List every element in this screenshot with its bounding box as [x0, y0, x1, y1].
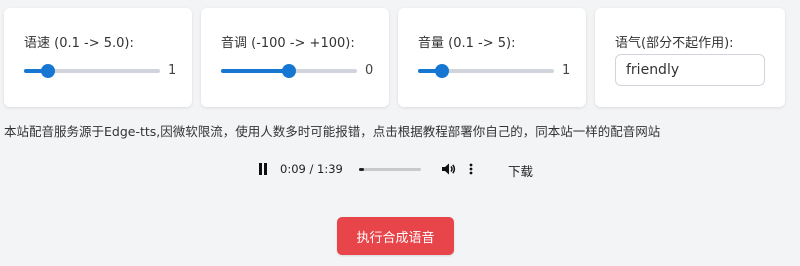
playback-time: 0:09 / 1:39 — [280, 162, 343, 176]
volume-slider-row: 1 — [418, 63, 570, 78]
service-notice: 本站配音服务源于Edge-tts,因微软限流，使用人数多时可能报错，点击根据教程… — [4, 124, 661, 139]
volume-card: 音量 (0.1 -> 5): 1 — [398, 8, 586, 107]
download-link[interactable]: 下载 — [508, 161, 533, 180]
volume-icon[interactable] — [441, 162, 457, 176]
volume-slider-thumb[interactable] — [435, 63, 450, 78]
pitch-slider-row: 0 — [221, 63, 373, 78]
pitch-value: 0 — [365, 63, 374, 78]
rate-label: 语速 (0.1 -> 5.0): — [24, 36, 134, 51]
volume-value: 1 — [562, 63, 571, 78]
rate-slider-thumb[interactable] — [41, 63, 56, 78]
pitch-slider[interactable] — [221, 63, 357, 78]
style-label: 语气(部分不起作用): — [615, 36, 734, 51]
rate-slider-row: 1 — [24, 63, 176, 78]
pitch-slider-thumb[interactable] — [282, 63, 296, 78]
settings-cards: 语速 (0.1 -> 5.0): 1 音调 (-100 -> +100): 0 … — [4, 8, 785, 107]
playback-progress[interactable] — [358, 167, 421, 171]
volume-slider[interactable] — [418, 63, 554, 78]
more-vertical-icon[interactable] — [469, 163, 473, 175]
audio-player: 0:09 / 1:39 — [256, 159, 473, 179]
rate-slider[interactable] — [24, 63, 160, 78]
playback-progress-fill — [358, 167, 365, 171]
synthesize-button[interactable]: 执行合成语音 — [337, 217, 454, 255]
pitch-slider-fill — [221, 68, 289, 73]
pitch-label: 音调 (-100 -> +100): — [221, 36, 355, 51]
pause-icon[interactable] — [256, 162, 270, 176]
volume-label: 音量 (0.1 -> 5): — [418, 36, 516, 51]
style-input[interactable] — [615, 54, 765, 86]
rate-card: 语速 (0.1 -> 5.0): 1 — [4, 8, 192, 107]
pitch-card: 音调 (-100 -> +100): 0 — [201, 8, 389, 107]
rate-value: 1 — [168, 63, 177, 78]
style-card: 语气(部分不起作用): — [595, 8, 785, 107]
